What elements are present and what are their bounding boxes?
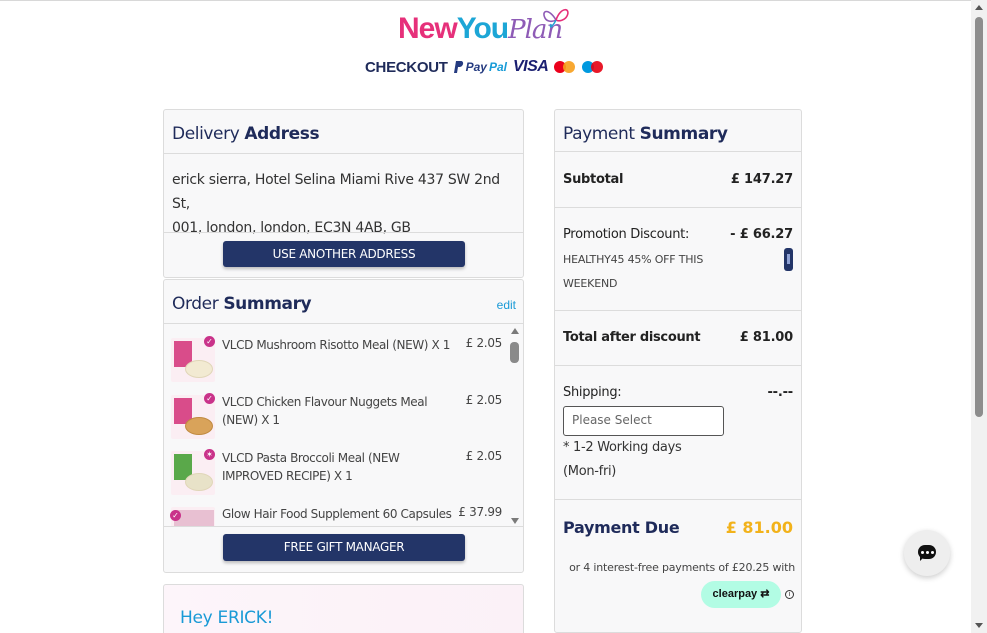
order-title-light: Order: [172, 294, 224, 314]
item-name: VLCD Mushroom Risotto Meal (NEW) X 1: [222, 338, 450, 352]
order-summary-panel: Order Summary edit ✓ VLCD Mushroom Risot…: [163, 279, 524, 573]
greeting-text: Hey ERICK!: [180, 608, 274, 628]
promotion-discount-label: Promotion Discount:: [563, 227, 690, 242]
delivery-title-bold: Address: [244, 124, 320, 144]
list-item: ✓ Glow Hair Food Supplement 60 Capsules …: [164, 505, 510, 526]
clearpay-badge[interactable]: clearpay ⇄: [701, 581, 781, 608]
info-icon[interactable]: i: [785, 590, 794, 599]
checkout-payment-methods: CHECKOUT Pay Pal VISA: [365, 57, 604, 77]
logo-part-new: New: [398, 12, 458, 45]
scrollbar-thumb[interactable]: [510, 342, 519, 363]
payment-summary-panel: Payment Summary Subtotal £ 147.27 Promot…: [554, 109, 802, 633]
order-items-scrollbar[interactable]: [510, 328, 520, 524]
payment-title-light: Payment: [563, 124, 640, 144]
maestro-icon: [582, 60, 604, 74]
shipping-note-line-1: * 1-2 Working days: [563, 440, 682, 455]
scroll-up-icon[interactable]: [511, 328, 519, 334]
subtotal-label: Subtotal: [563, 172, 624, 187]
chat-widget-button[interactable]: [904, 530, 950, 576]
order-items-list[interactable]: ✓ VLCD Mushroom Risotto Meal (NEW) X 1 £…: [164, 326, 510, 526]
butterfly-icon: [543, 8, 569, 28]
payment-due-label: Payment Due: [563, 518, 680, 537]
installments-text: or 4 interest-free payments of £20.25 wi…: [569, 561, 795, 574]
item-price: £ 2.05: [465, 449, 503, 463]
divider: [164, 232, 523, 233]
edit-order-link[interactable]: edit: [497, 298, 516, 312]
divider: [555, 151, 801, 152]
new-badge-icon: ✶: [204, 449, 215, 460]
divider: [164, 526, 523, 527]
divider: [164, 323, 523, 324]
paypal-logo: Pay Pal: [453, 60, 507, 74]
promo-code-line-1: HEALTHY45 45% OFF THIS: [563, 253, 704, 266]
mastercard-icon: [554, 60, 576, 74]
greeting-panel: Hey ERICK!: [163, 584, 524, 633]
list-item: ✓ VLCD Chicken Flavour Nuggets Meal (NEW…: [164, 393, 510, 449]
delivery-address-text: erick sierra, Hotel Selina Miami Rive 43…: [172, 168, 517, 240]
total-after-discount-label: Total after discount: [563, 330, 701, 345]
payment-due-value: £ 81.00: [725, 518, 793, 537]
promo-code-line-2: WEEKEND: [563, 277, 618, 290]
free-gift-manager-button[interactable]: FREE GIFT MANAGER: [223, 534, 465, 561]
order-title-bold: Summary: [223, 294, 312, 314]
divider: [555, 207, 801, 208]
list-item: ✓ VLCD Mushroom Risotto Meal (NEW) X 1 £…: [164, 336, 510, 392]
item-price: £ 37.99: [458, 505, 502, 519]
divider: [555, 310, 801, 311]
divider: [555, 499, 801, 500]
divider: [164, 153, 523, 154]
item-name: Glow Hair Food Supplement 60 Capsules: [222, 507, 452, 521]
payment-title-bold: Summary: [639, 124, 728, 144]
item-name: VLCD Pasta Broccoli Meal (NEW IMPROVED R…: [222, 451, 400, 483]
item-price: £ 2.05: [465, 393, 503, 407]
promotion-discount-value: - £ 66.27: [730, 227, 793, 242]
item-price: £ 2.05: [465, 336, 503, 350]
delivery-title-light: Delivery: [172, 124, 245, 144]
clearpay-label: clearpay: [712, 588, 758, 600]
scroll-up-icon[interactable]: [975, 5, 983, 10]
brand-logo[interactable]: NewYouPlan: [398, 8, 578, 50]
address-line-1: erick sierra, Hotel Selina Miami Rive 43…: [172, 172, 500, 212]
shipping-note-line-2: (Mon-fri): [563, 464, 617, 479]
paypal-part1: Pay: [465, 60, 487, 74]
new-badge-icon: ✓: [170, 510, 181, 521]
order-summary-title: Order Summary: [172, 294, 312, 314]
delivery-address-panel: Delivery Address erick sierra, Hotel Sel…: [163, 109, 524, 278]
use-another-address-button[interactable]: USE ANOTHER ADDRESS: [223, 241, 465, 267]
total-after-discount-value: £ 81.00: [739, 330, 793, 345]
subtotal-value: £ 147.27: [730, 172, 793, 187]
logo-part-you: You: [456, 12, 509, 45]
scrollbar-thumb[interactable]: [975, 17, 983, 417]
paypal-part2: Pal: [488, 60, 507, 74]
shipping-label: Shipping:: [563, 385, 622, 400]
vegetarian-badge-icon: ✓: [204, 393, 215, 404]
divider: [555, 365, 801, 366]
checkout-label: CHECKOUT: [365, 58, 448, 76]
list-item: ✶ VLCD Pasta Broccoli Meal (NEW IMPROVED…: [164, 449, 510, 505]
promo-code-text: HEALTHY45 45% OFF THIS WEEKEND: [563, 248, 723, 296]
scroll-down-icon[interactable]: [511, 518, 519, 524]
delivery-address-title: Delivery Address: [172, 124, 320, 144]
remove-promo-button[interactable]: [784, 248, 793, 271]
scroll-down-icon[interactable]: [975, 623, 983, 628]
visa-logo: VISA: [512, 58, 549, 75]
payment-summary-title: Payment Summary: [563, 124, 728, 144]
page-scrollbar[interactable]: [971, 0, 987, 633]
shipping-value: --.--: [767, 385, 793, 400]
shipping-note: * 1-2 Working days (Mon-fri): [563, 436, 682, 484]
shipping-method-select[interactable]: Please Select: [563, 406, 724, 436]
vegetarian-badge-icon: ✓: [204, 336, 215, 347]
paypal-icon: [453, 60, 463, 73]
top-border: [0, 0, 987, 1]
address-line-2: 001, london, london, EC3N 4AB, GB: [172, 220, 411, 236]
item-name: VLCD Chicken Flavour Nuggets Meal (NEW) …: [222, 395, 428, 427]
